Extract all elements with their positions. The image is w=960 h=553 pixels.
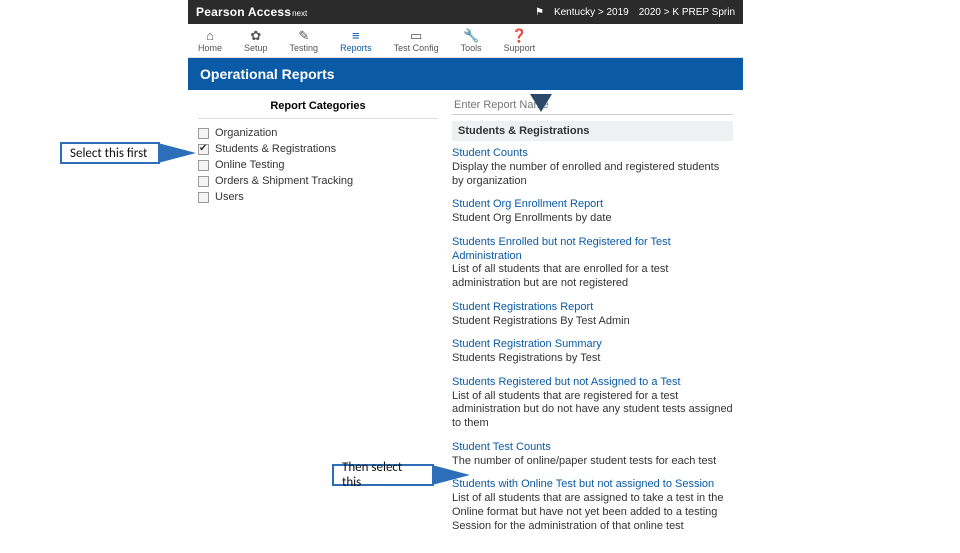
category-users[interactable]: Users xyxy=(198,189,438,205)
nav-testing[interactable]: ✎Testing xyxy=(286,27,323,55)
category-label: Students & Registrations xyxy=(215,143,336,155)
region-label[interactable]: Kentucky > 2019 xyxy=(554,7,629,18)
report-item: Student Org Enrollment ReportStudent Org… xyxy=(452,198,733,226)
nav-label: Reports xyxy=(340,43,372,53)
nav-label: Testing xyxy=(290,43,319,53)
report-link-org-enrollment[interactable]: Student Org Enrollment Report xyxy=(452,198,733,212)
report-item: Student Registration SummaryStudents Reg… xyxy=(452,338,733,366)
callout-text: Select this first xyxy=(70,146,147,161)
report-item: Students Enrolled but not Registered for… xyxy=(452,236,733,291)
nav-reports[interactable]: ≡Reports xyxy=(336,27,376,55)
page-title: Operational Reports xyxy=(188,58,743,90)
wrench-icon: 🔧 xyxy=(463,29,479,42)
nav-support[interactable]: ❓Support xyxy=(500,27,540,55)
category-label: Orders & Shipment Tracking xyxy=(215,175,353,187)
callout-select-first: Select this first xyxy=(60,142,160,164)
flag-icon[interactable]: ⚑ xyxy=(535,7,544,18)
callout-text: Then select this xyxy=(342,460,424,490)
report-desc: List of all students that are enrolled f… xyxy=(452,263,733,291)
arrow-right-icon xyxy=(158,143,196,163)
report-item: Student CountsDisplay the number of enro… xyxy=(452,147,733,188)
topbar: Pearson Access next ⚑ Kentucky > 2019 20… xyxy=(188,0,743,24)
report-desc: Display the number of enrolled and regis… xyxy=(452,161,733,189)
report-item: Student Test CountsThe number of online/… xyxy=(452,441,733,469)
topright: ⚑ Kentucky > 2019 2020 > K PREP Sprin xyxy=(535,7,735,18)
report-link-enrolled-not-registered[interactable]: Students Enrolled but not Registered for… xyxy=(452,236,733,264)
help-icon: ❓ xyxy=(511,29,527,42)
nav-label: Home xyxy=(198,43,222,53)
category-orders-shipment[interactable]: Orders & Shipment Tracking xyxy=(198,173,438,189)
home-icon: ⌂ xyxy=(206,29,214,42)
program-label[interactable]: 2020 > K PREP Sprin xyxy=(639,7,735,18)
reports-panel: Students & Registrations Student CountsD… xyxy=(452,96,733,543)
report-item: Students Registered but not Assigned to … xyxy=(452,376,733,431)
report-desc: Students Registrations by Test xyxy=(452,352,733,366)
category-label: Users xyxy=(215,191,244,203)
brand: Pearson Access next xyxy=(196,5,307,19)
report-desc: List of all students that are assigned t… xyxy=(452,492,733,533)
category-organization[interactable]: Organization xyxy=(198,125,438,141)
checkbox-icon[interactable] xyxy=(198,128,209,139)
nav-label: Test Config xyxy=(394,43,439,53)
gear-icon: ✿ xyxy=(250,29,261,42)
report-link-student-counts[interactable]: Student Counts xyxy=(452,147,733,161)
nav-home[interactable]: ⌂Home xyxy=(194,27,226,55)
section-heading: Students & Registrations xyxy=(452,121,733,141)
report-item: Students with Online Test but not assign… xyxy=(452,478,733,533)
checkbox-icon[interactable] xyxy=(198,160,209,171)
navbar: ⌂Home ✿Setup ✎Testing ≡Reports ▭Test Con… xyxy=(188,24,743,58)
pencil-icon: ✎ xyxy=(298,29,309,42)
report-link-registration-summary[interactable]: Student Registration Summary xyxy=(452,338,733,352)
report-link-registrations-report[interactable]: Student Registrations Report xyxy=(452,301,733,315)
report-search-input[interactable] xyxy=(452,96,733,115)
nav-label: Setup xyxy=(244,43,268,53)
category-students-registrations[interactable]: Students & Registrations xyxy=(198,141,438,157)
nav-tools[interactable]: 🔧Tools xyxy=(457,27,486,55)
nav-label: Support xyxy=(504,43,536,53)
category-label: Organization xyxy=(215,127,277,139)
checkbox-icon[interactable] xyxy=(198,176,209,187)
category-label: Online Testing xyxy=(215,159,285,171)
nav-test-config[interactable]: ▭Test Config xyxy=(390,27,443,55)
arrow-right-icon xyxy=(432,465,470,485)
brand-main: Pearson Access xyxy=(196,5,291,19)
category-online-testing[interactable]: Online Testing xyxy=(198,157,438,173)
report-desc: List of all students that are registered… xyxy=(452,390,733,431)
report-desc: Student Org Enrollments by date xyxy=(452,212,733,226)
card-icon: ▭ xyxy=(410,29,422,42)
report-link-student-test-counts[interactable]: Student Test Counts xyxy=(452,441,733,455)
brand-sup: next xyxy=(292,9,307,18)
report-link-registered-not-assigned[interactable]: Students Registered but not Assigned to … xyxy=(452,376,733,390)
report-item: Student Registrations ReportStudent Regi… xyxy=(452,301,733,329)
checkbox-icon[interactable] xyxy=(198,144,209,155)
categories-heading: Report Categories xyxy=(198,96,438,119)
checkbox-icon[interactable] xyxy=(198,192,209,203)
report-desc: The number of online/paper student tests… xyxy=(452,455,733,469)
callout-then-select: Then select this xyxy=(332,464,434,486)
report-desc: Student Registrations By Test Admin xyxy=(452,315,733,329)
nav-setup[interactable]: ✿Setup xyxy=(240,27,272,55)
nav-label: Tools xyxy=(461,43,482,53)
report-link-online-not-assigned-session[interactable]: Students with Online Test but not assign… xyxy=(452,478,733,492)
list-icon: ≡ xyxy=(352,29,360,42)
